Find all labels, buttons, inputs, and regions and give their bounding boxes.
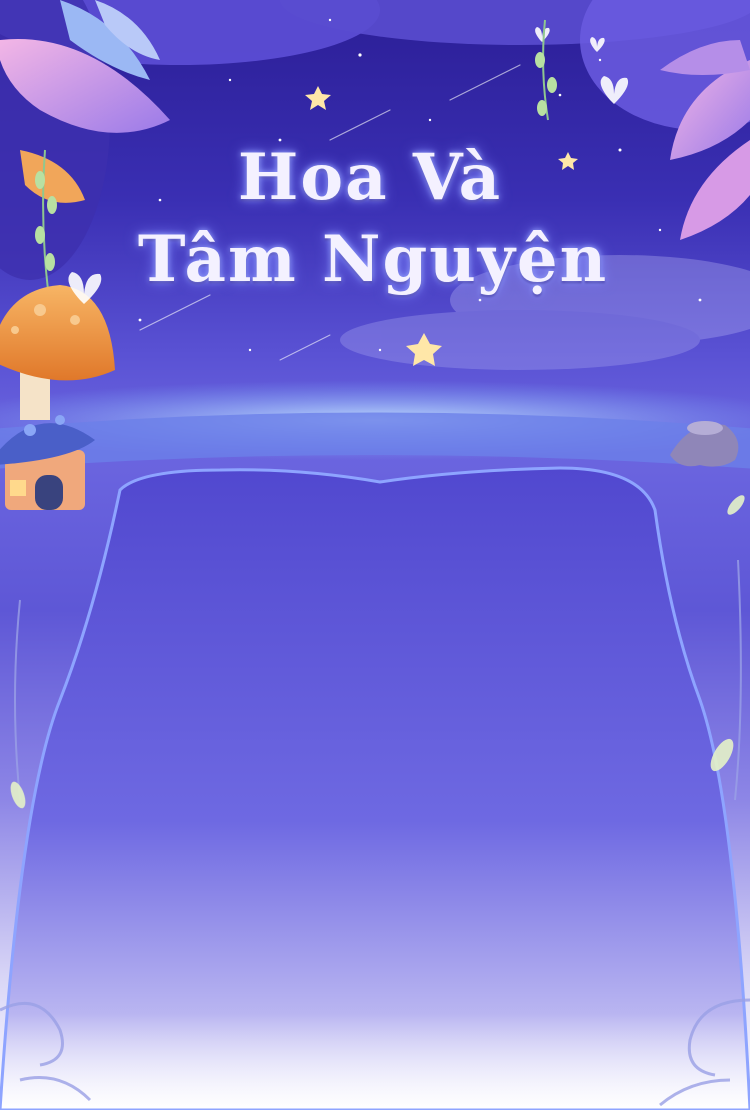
game-scene: Hoa Và Tâm Nguyện — [0, 0, 750, 1110]
game-title-line2: Tâm Nguyện — [137, 222, 609, 297]
game-title-line1: Hoa Và — [237, 140, 503, 215]
stage-panel — [0, 466, 750, 1110]
